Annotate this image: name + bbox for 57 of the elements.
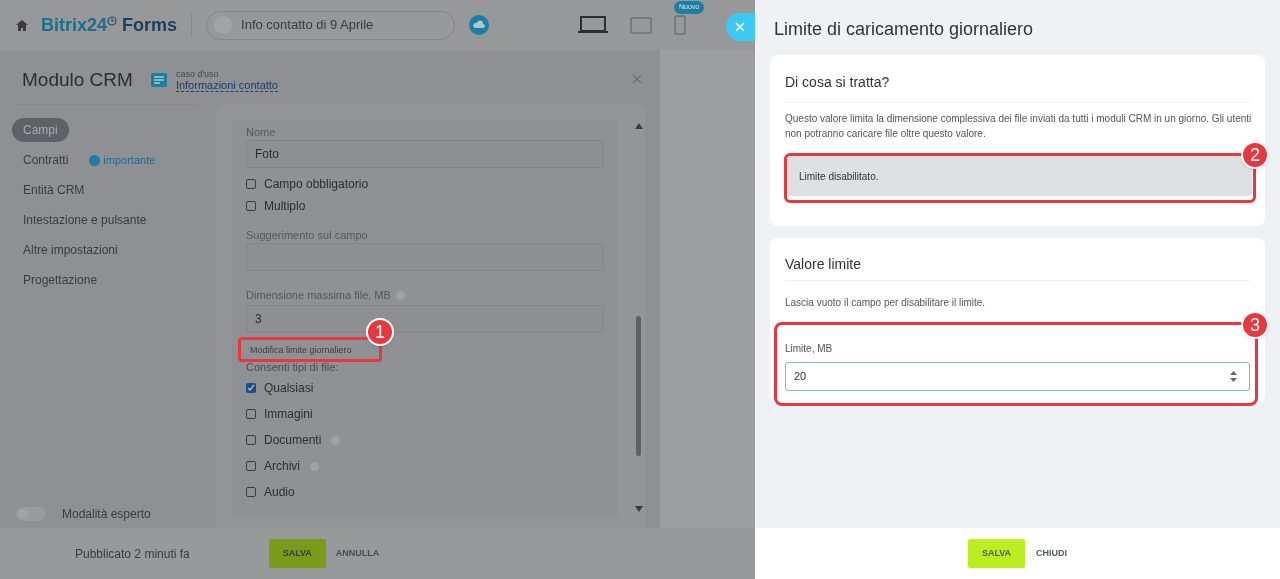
description-text: Questo valore limita la dimensione complessiva dei file inviati da tutti i moduli CRM in un giorno. Gli utenti non potranno caricare file oltre questo valore.: [785, 112, 1253, 141]
save-button[interactable]: SALVA: [968, 539, 1025, 568]
checkbox[interactable]: [246, 487, 256, 497]
checkbox[interactable]: [246, 383, 256, 393]
sidebar-item[interactable]: Progettazione: [12, 268, 109, 292]
sidebar-item[interactable]: Entità CRM: [12, 178, 96, 202]
field-label: Nome: [246, 125, 277, 140]
logo: Bitrix24: [41, 13, 108, 37]
checkbox-label: Campo obbligatorio: [264, 176, 369, 193]
drawer-title: Limite di caricamento giornaliero: [774, 18, 1034, 41]
limit-field[interactable]: 20: [785, 362, 1250, 391]
card-title: Di cosa si tratta?: [785, 73, 890, 92]
field-label: Limite, MB: [785, 342, 833, 356]
home-icon[interactable]: [16, 19, 28, 31]
checkbox[interactable]: [246, 201, 256, 211]
checkbox[interactable]: [246, 409, 256, 419]
close-icon: [735, 22, 745, 32]
checkbox-label: Documenti: [264, 432, 322, 449]
spinner-icon[interactable]: [1230, 371, 1237, 382]
sidebar-item[interactable]: Contratti: [12, 148, 80, 172]
use-case-label: caso d'uso: [175, 68, 220, 80]
checkbox-label: Multiplo: [264, 198, 306, 215]
scroll-up-icon[interactable]: [635, 123, 643, 129]
scroll-down-icon[interactable]: [635, 506, 643, 512]
callout-number: 3: [1241, 311, 1269, 339]
checkbox[interactable]: [246, 461, 256, 471]
scrollbar-thumb[interactable]: [636, 316, 641, 456]
checkbox[interactable]: [246, 435, 256, 445]
card-title: Valore limite: [785, 255, 861, 274]
logo-suffix: Forms: [122, 13, 178, 37]
name-field[interactable]: Foto: [246, 140, 604, 168]
checkbox-label: Audio: [264, 484, 295, 501]
close-button[interactable]: CHIUDI: [1036, 546, 1067, 561]
cancel-button[interactable]: ANNULLA: [335, 546, 380, 561]
field-label: Consenti tipi di file:: [246, 360, 340, 375]
daily-limit-link[interactable]: Modifica limite giornaliero: [250, 345, 352, 355]
document-icon: [150, 73, 167, 88]
clock-icon: [107, 16, 118, 26]
toggle-label: Modalità esperto: [62, 506, 151, 523]
checkbox-label: Immagini: [264, 406, 313, 423]
checkbox[interactable]: [246, 179, 256, 189]
cloud-icon[interactable]: [469, 15, 490, 35]
checkbox-label: Qualsiasi: [264, 380, 314, 397]
use-case-link[interactable]: Informazioni contatto: [175, 79, 278, 92]
sidebar-item[interactable]: Campi: [12, 118, 69, 142]
sidebar-item[interactable]: Altre impostazioni: [12, 238, 129, 262]
checkbox-label: Archivi: [264, 458, 300, 475]
notice-box: Limite disabilitato.: [787, 156, 1252, 196]
close-button[interactable]: [726, 13, 755, 41]
save-button[interactable]: SALVA: [268, 539, 326, 568]
sidebar-item[interactable]: Intestazione e pulsante: [12, 208, 158, 232]
description-text: Lascia vuoto il campo per disabilitare il limite.: [785, 296, 986, 310]
module-title: Modulo CRM: [22, 68, 133, 92]
callout-number: 2: [1241, 141, 1269, 169]
laptop-icon[interactable]: [578, 16, 608, 34]
info-icon: [89, 154, 101, 166]
publish-status: Pubblicato 2 minuti fa: [75, 545, 190, 563]
